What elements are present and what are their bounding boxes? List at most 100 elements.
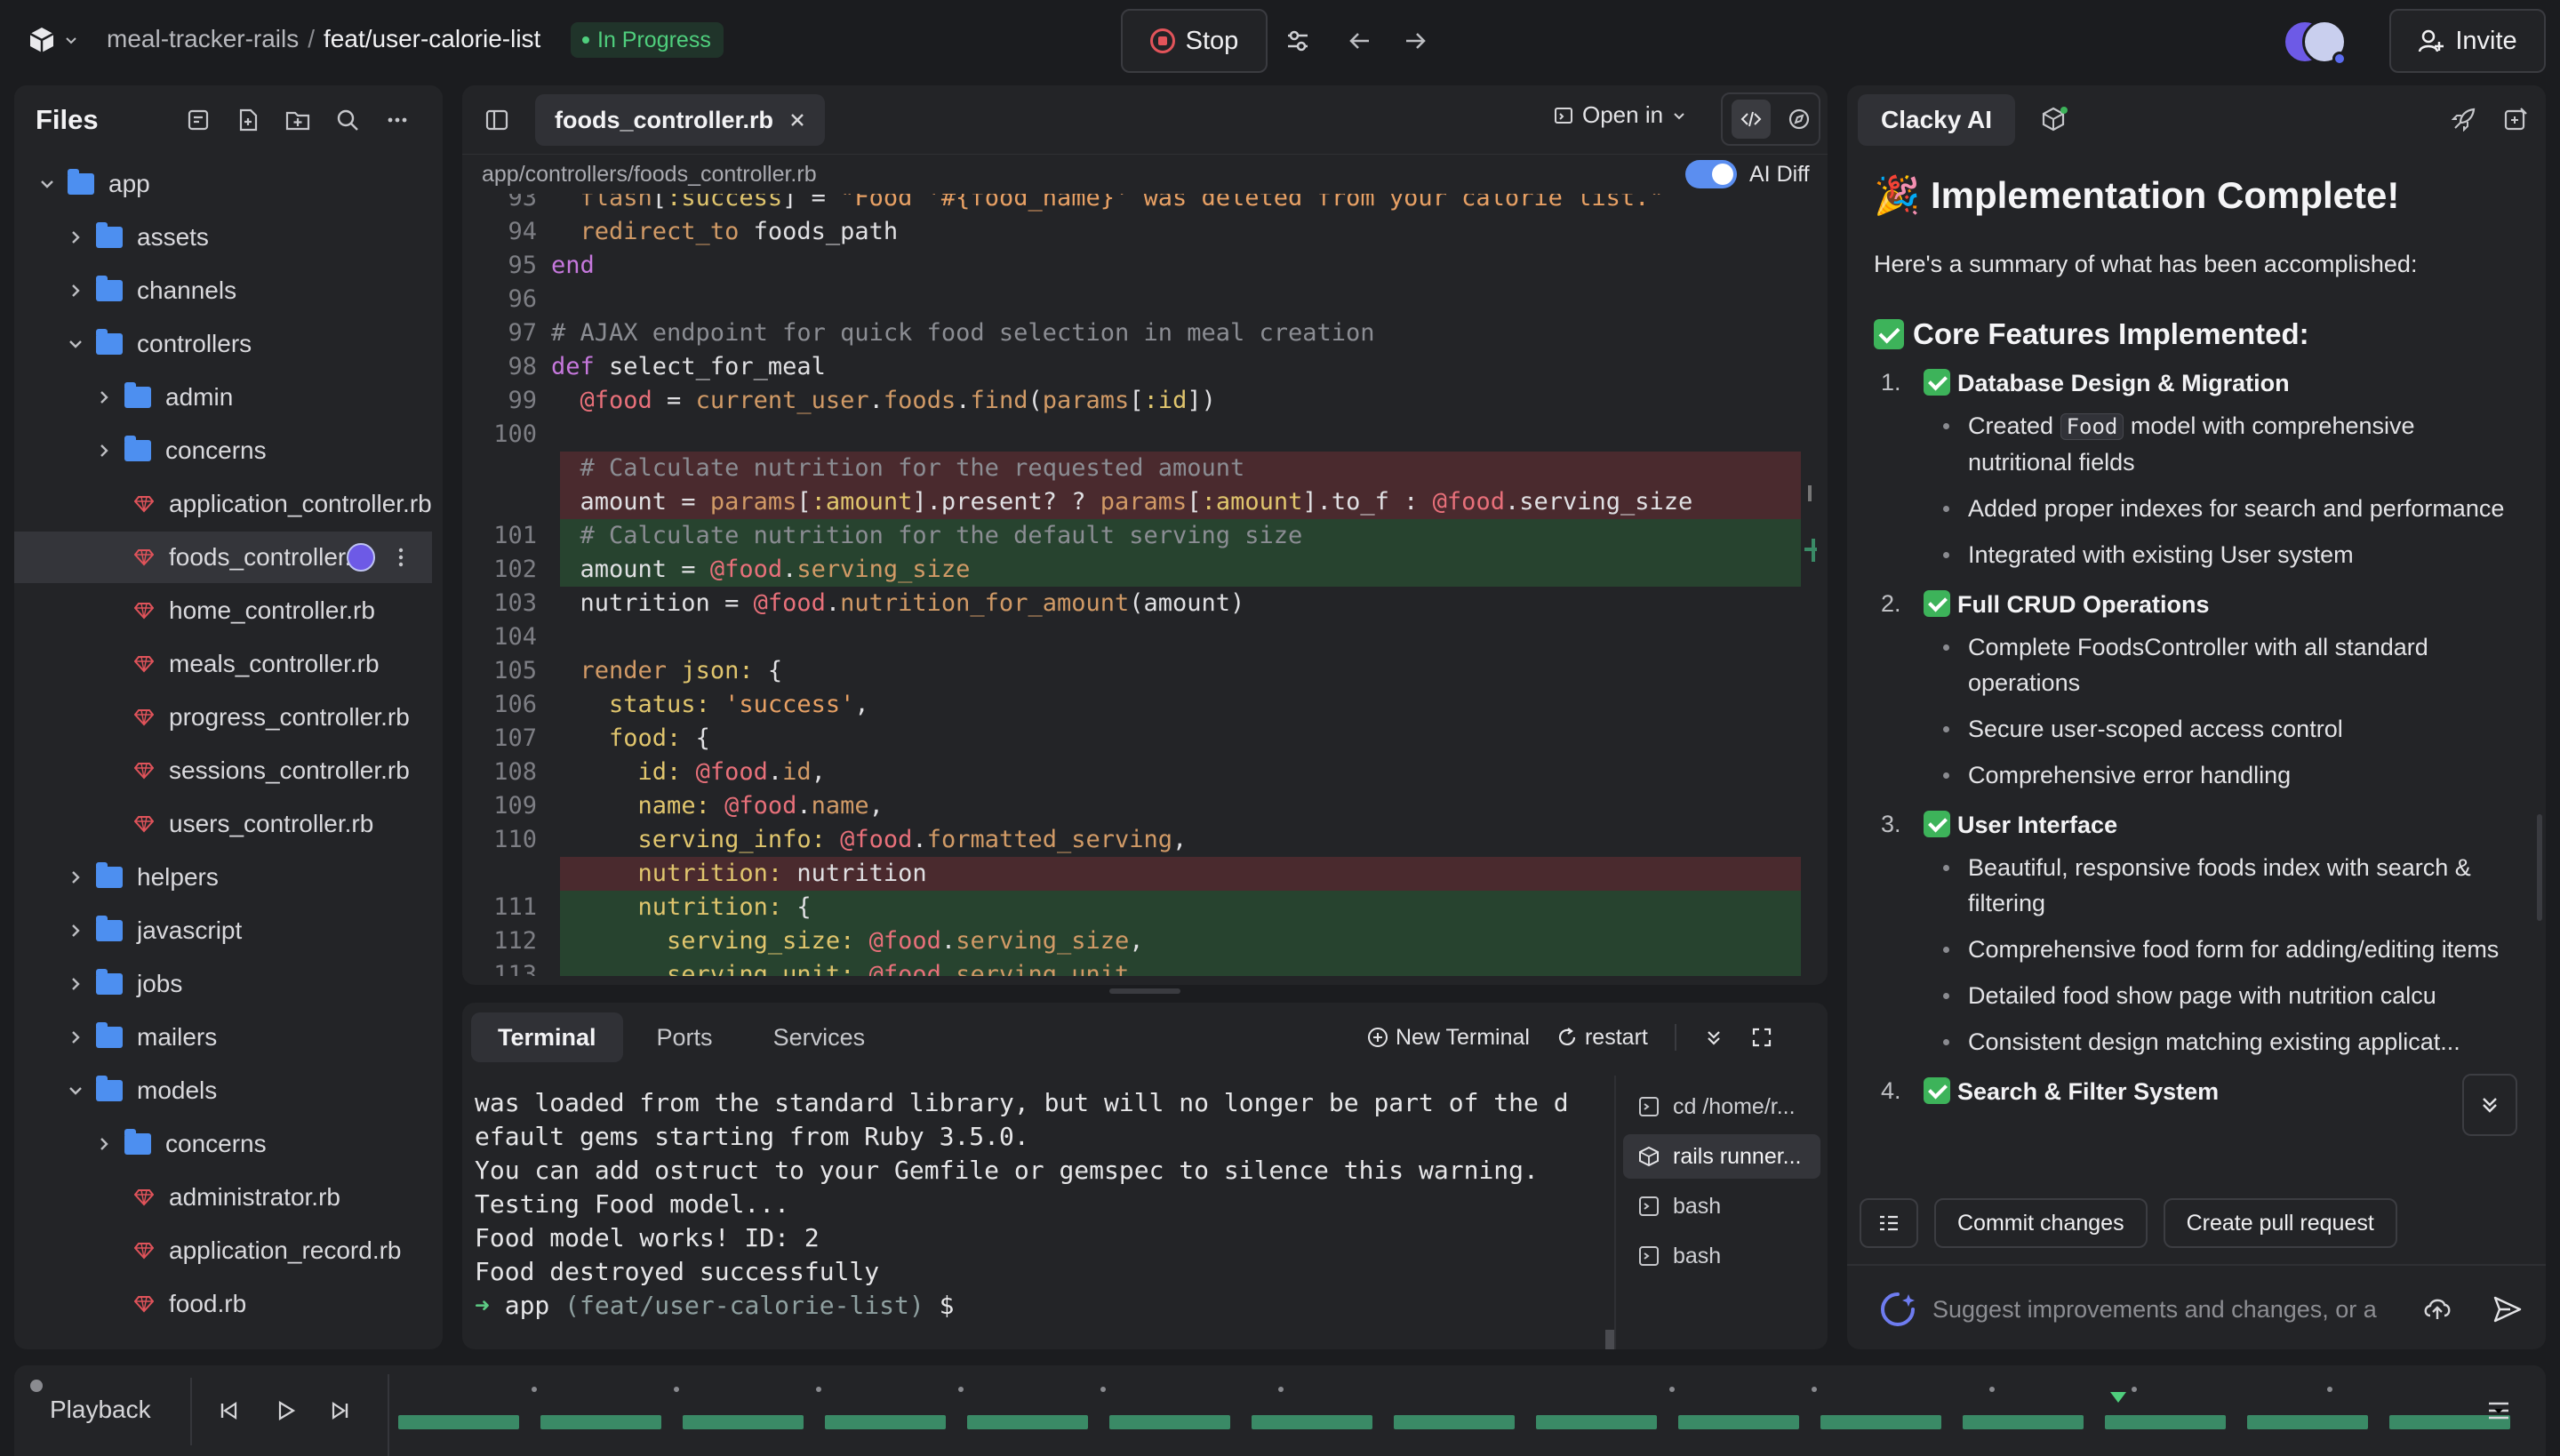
timeline-segment[interactable] — [2105, 1415, 2226, 1429]
folder-item[interactable]: jobs — [14, 958, 432, 1010]
terminal-session[interactable]: cd /home/r... — [1623, 1084, 1820, 1129]
toggle-switch[interactable] — [1685, 160, 1737, 188]
timeline-segment[interactable] — [1394, 1415, 1515, 1429]
folder-item[interactable]: assets — [14, 212, 432, 263]
timeline-segment[interactable] — [2247, 1415, 2368, 1429]
folder-item[interactable]: helpers — [14, 852, 432, 903]
terminal-session[interactable]: rails runner... — [1623, 1134, 1820, 1179]
resize-handle[interactable] — [1109, 988, 1180, 994]
timeline-segment[interactable] — [1109, 1415, 1230, 1429]
folder-item[interactable]: models — [14, 1065, 432, 1116]
new-terminal-button[interactable]: New Terminal — [1367, 1025, 1530, 1051]
search-icon[interactable] — [331, 103, 364, 137]
skip-forward-icon[interactable] — [327, 1397, 354, 1424]
scroll-to-bottom-button[interactable] — [2462, 1074, 2517, 1136]
task-list-button[interactable] — [1860, 1198, 1918, 1248]
file-item[interactable]: users_controller.rb — [14, 798, 432, 850]
skip-back-icon[interactable] — [215, 1397, 242, 1424]
timeline-segment[interactable] — [1536, 1415, 1657, 1429]
file-item[interactable]: progress_controller.rb — [14, 692, 432, 743]
rocket-icon[interactable] — [2452, 107, 2476, 132]
timeline-segment[interactable] — [683, 1415, 804, 1429]
chevron-right-icon[interactable] — [66, 228, 85, 247]
chevron-right-icon[interactable] — [66, 921, 85, 940]
chevron-right-icon[interactable] — [66, 1028, 85, 1047]
upload-icon[interactable] — [2421, 1292, 2453, 1324]
terminal-session[interactable]: bash — [1623, 1184, 1820, 1228]
timeline-segment[interactable] — [1820, 1415, 1941, 1429]
code-view-icon[interactable] — [1731, 100, 1771, 139]
new-chat-icon[interactable] — [2503, 107, 2528, 132]
close-icon[interactable] — [789, 112, 805, 128]
tab-ports[interactable]: Ports — [630, 1012, 740, 1062]
terminal-output[interactable]: was loaded from the standard library, bu… — [475, 1086, 1569, 1323]
stop-button[interactable]: Stop — [1121, 9, 1268, 73]
timeline-segment[interactable] — [1963, 1415, 2084, 1429]
play-icon[interactable] — [272, 1397, 299, 1424]
commit-changes-button[interactable]: Commit changes — [1934, 1198, 2148, 1248]
collapse-panel-icon[interactable] — [1703, 1027, 1724, 1048]
new-file-icon[interactable] — [231, 103, 265, 137]
file-item[interactable]: foods_controller.rb — [14, 532, 432, 583]
folder-item[interactable]: concerns — [14, 1118, 432, 1170]
folder-item[interactable]: concerns — [14, 425, 432, 476]
folder-item[interactable]: mailers — [14, 1012, 432, 1063]
chevron-down-icon[interactable] — [37, 174, 57, 194]
settings-sliders-icon[interactable] — [1280, 23, 1316, 59]
view-mode-toggle[interactable] — [1721, 92, 1820, 146]
ai-tab[interactable]: Clacky AI — [1858, 94, 2016, 146]
restart-button[interactable]: restart — [1556, 1025, 1648, 1051]
open-in-dropdown[interactable]: Open in — [1554, 101, 1686, 129]
forward-arrow-icon[interactable] — [1397, 23, 1433, 59]
timeline-segment[interactable] — [398, 1415, 519, 1429]
file-item[interactable]: food.rb — [14, 1278, 432, 1330]
model-cube-icon[interactable] — [2041, 105, 2069, 133]
playhead-marker[interactable] — [2110, 1392, 2126, 1403]
file-item[interactable]: administrator.rb — [14, 1172, 432, 1223]
tab-terminal[interactable]: Terminal — [471, 1012, 623, 1062]
scrollbar[interactable] — [2537, 814, 2542, 921]
more-vertical-icon[interactable] — [396, 546, 405, 569]
ai-diff-toggle[interactable]: AI Diff — [1685, 160, 1810, 188]
chevron-right-icon[interactable] — [94, 441, 114, 460]
file-item[interactable]: application_controller.rb — [14, 478, 432, 530]
invite-button[interactable]: Invite — [2389, 9, 2546, 73]
collaborator-avatars[interactable] — [2283, 18, 2347, 68]
repo-name[interactable]: meal-tracker-rails — [107, 25, 299, 53]
folder-item[interactable]: app — [14, 158, 432, 210]
tab-services[interactable]: Services — [747, 1012, 892, 1062]
timeline-segment[interactable] — [540, 1415, 661, 1429]
toggle-sidebar-icon[interactable] — [485, 108, 508, 132]
file-item[interactable]: meals_controller.rb — [14, 638, 432, 690]
chevron-right-icon[interactable] — [94, 388, 114, 407]
code-editor[interactable]: 93 flash[:success] = "Food '#{food_name}… — [462, 194, 1828, 976]
chevron-down-icon[interactable] — [66, 334, 85, 354]
timeline-menu-icon[interactable] — [2485, 1397, 2512, 1424]
file-item[interactable]: application_record.rb — [14, 1225, 432, 1276]
send-icon[interactable] — [2492, 1294, 2523, 1324]
create-pull-request-button[interactable]: Create pull request — [2163, 1198, 2397, 1248]
folder-item[interactable]: admin — [14, 372, 432, 423]
chevron-right-icon[interactable] — [66, 868, 85, 887]
preview-compass-icon[interactable] — [1788, 108, 1811, 131]
folder-item[interactable]: channels — [14, 265, 432, 316]
playback-timeline[interactable] — [388, 1374, 2510, 1456]
scrollbar[interactable] — [1605, 1330, 1614, 1349]
folder-item[interactable]: javascript — [14, 905, 432, 956]
chevron-right-icon[interactable] — [66, 974, 85, 994]
chevron-right-icon[interactable] — [94, 1134, 114, 1154]
timeline-segment[interactable] — [1678, 1415, 1799, 1429]
collapse-all-icon[interactable] — [181, 103, 215, 137]
timeline-segment[interactable] — [967, 1415, 1088, 1429]
chat-input[interactable]: Suggest improvements and changes, or a — [1847, 1264, 2546, 1349]
chevron-down-icon[interactable] — [66, 1081, 85, 1100]
editor-tab[interactable]: foods_controller.rb — [535, 94, 826, 146]
app-logo-menu[interactable] — [27, 25, 78, 55]
timeline-segment[interactable] — [825, 1415, 946, 1429]
chevron-right-icon[interactable] — [66, 281, 85, 300]
new-folder-icon[interactable] — [281, 103, 315, 137]
more-options-icon[interactable] — [380, 103, 414, 137]
timeline-segment[interactable] — [1252, 1415, 1372, 1429]
terminal-session[interactable]: bash — [1623, 1234, 1820, 1278]
file-item[interactable]: sessions_controller.rb — [14, 745, 432, 796]
